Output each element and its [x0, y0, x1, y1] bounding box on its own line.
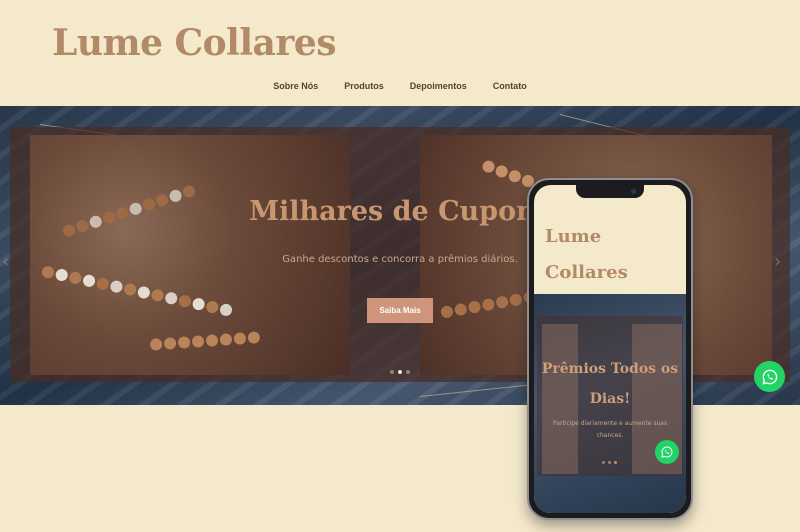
nav-item-depoimentos[interactable]: Depoimentos: [410, 81, 467, 91]
camera-icon: [631, 189, 636, 194]
nav-item-sobre-nos[interactable]: Sobre Nós: [273, 81, 318, 91]
mobile-hero-carousel: Prêmios Todos os Dias! Participe diariam…: [534, 294, 686, 513]
mobile-hero-title: Prêmios Todos os Dias!: [541, 361, 679, 407]
phone-screen: Lume Collares Prêmios Todos os Dias! Par…: [534, 185, 686, 513]
phone-notch: [576, 185, 644, 198]
carousel-indicators: [390, 370, 410, 374]
carousel-dot[interactable]: [608, 461, 611, 464]
carousel-dot-active[interactable]: [398, 370, 402, 374]
main-nav: Sobre Nós Produtos Depoimentos Contato: [0, 81, 800, 91]
whatsapp-icon: [761, 369, 777, 385]
saiba-mais-button[interactable]: Saiba Mais: [367, 298, 433, 323]
brand-logo[interactable]: Lume Collares: [52, 22, 337, 64]
mobile-carousel-indicators: [602, 461, 617, 464]
carousel-dot[interactable]: [390, 370, 394, 374]
mobile-whatsapp-button[interactable]: [655, 440, 679, 464]
whatsapp-float-button[interactable]: [754, 361, 785, 392]
carousel-dot-active[interactable]: [614, 461, 617, 464]
mobile-brand-logo[interactable]: Lume Collares: [545, 219, 645, 291]
nav-item-contato[interactable]: Contato: [493, 81, 527, 91]
mobile-hero-subtitle: Participe diariamente e aumente suas cha…: [552, 420, 668, 439]
nav-item-produtos[interactable]: Produtos: [344, 81, 384, 91]
carousel-dot[interactable]: [406, 370, 410, 374]
whatsapp-icon: [661, 446, 673, 458]
phone-mockup: Lume Collares Prêmios Todos os Dias! Par…: [527, 178, 693, 520]
carousel-dot[interactable]: [602, 461, 605, 464]
